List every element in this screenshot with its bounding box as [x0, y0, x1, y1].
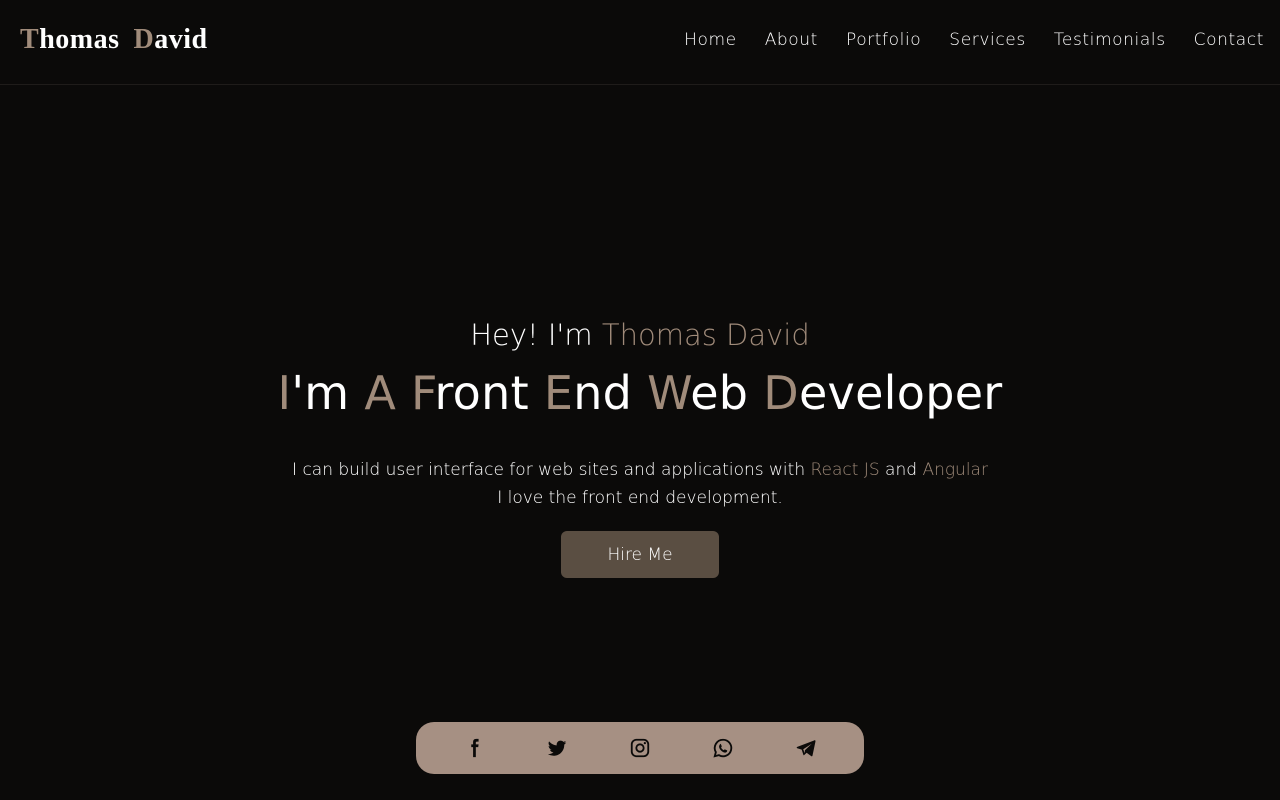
- logo-first-rest: homas: [39, 24, 120, 55]
- nav-contact[interactable]: Contact: [1194, 30, 1264, 50]
- headline-rest: 'm: [291, 366, 365, 420]
- desc-and: and: [879, 460, 923, 480]
- headline-rest: ront: [434, 366, 544, 420]
- telegram-icon[interactable]: [792, 734, 820, 762]
- headline-rest: nd: [573, 366, 648, 420]
- headline-rest: eveloper: [798, 366, 1003, 420]
- nav-portfolio[interactable]: Portfolio: [846, 30, 921, 50]
- desc-tech-react: React JS: [810, 460, 880, 480]
- facebook-icon[interactable]: [460, 734, 488, 762]
- logo-last-initial: D: [133, 24, 155, 55]
- headline-rest: eb: [690, 366, 764, 420]
- nav-about[interactable]: About: [765, 30, 818, 50]
- desc-tech-angular: Angular: [922, 460, 988, 480]
- headline-initial: A: [364, 366, 397, 420]
- greeting-prefix: Hey! I'm: [470, 318, 602, 352]
- hero-section: Hey! I'm Thomas David I'm A Front End We…: [0, 0, 1280, 800]
- headline-rest: [396, 366, 411, 420]
- social-bar: [416, 722, 864, 774]
- headline-initial: I: [277, 366, 292, 420]
- main-nav: Home About Portfolio Services Testimonia…: [684, 30, 1264, 50]
- site-logo[interactable]: Thomas David: [20, 24, 208, 56]
- hero-headline: I'm A Front End Web Developer: [0, 366, 1280, 420]
- hero-description: I can build user interface for web sites…: [0, 456, 1280, 512]
- headline-initial: E: [543, 366, 574, 420]
- logo-first-initial: T: [20, 24, 40, 55]
- site-header: Thomas David Home About Portfolio Service…: [0, 0, 1280, 85]
- desc-line-2: I love the front end development.: [497, 488, 783, 508]
- nav-home[interactable]: Home: [684, 30, 737, 50]
- whatsapp-icon[interactable]: [709, 734, 737, 762]
- twitter-icon[interactable]: [543, 734, 571, 762]
- hire-me-button[interactable]: Hire Me: [561, 531, 719, 578]
- instagram-icon[interactable]: [626, 734, 654, 762]
- desc-prefix: I can build user interface for web sites…: [292, 460, 811, 480]
- headline-initial: W: [647, 366, 691, 420]
- headline-initial: D: [763, 366, 799, 420]
- desc-line-1: I can build user interface for web sites…: [0, 456, 1280, 484]
- hero-greeting: Hey! I'm Thomas David: [0, 318, 1280, 352]
- nav-testimonials[interactable]: Testimonials: [1054, 30, 1166, 50]
- greeting-name: Thomas David: [601, 318, 810, 352]
- logo-last-rest: avid: [154, 24, 208, 55]
- nav-services[interactable]: Services: [949, 30, 1026, 50]
- headline-initial: F: [411, 366, 435, 420]
